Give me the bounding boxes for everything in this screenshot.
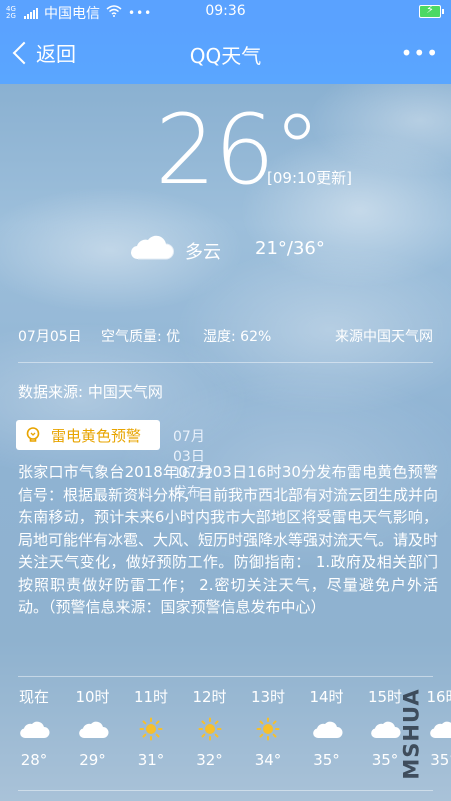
- hour-temperature: 34°: [254, 751, 282, 769]
- sun-icon: [135, 717, 167, 741]
- air-quality-label: 空气质量: 优: [101, 329, 181, 345]
- cloud-icon: [77, 717, 109, 741]
- cloud-icon: [428, 717, 451, 741]
- hour-temperature: 28°: [20, 751, 48, 769]
- more-options-icon[interactable]: •••: [401, 41, 439, 65]
- hourly-item: 13时 34°: [239, 680, 297, 769]
- status-bar: 4G 2G 中国电信 ••• 09:36 ⚡: [0, 0, 451, 24]
- watermark: MSHUA: [399, 688, 424, 780]
- hourly-item: 14时 35°: [298, 680, 356, 769]
- alert-label: 雷电黄色预警: [51, 427, 142, 445]
- hourly-item: 现在 28°: [5, 680, 63, 769]
- update-time: [09:10更新]: [267, 169, 352, 187]
- hour-temperature: 32°: [196, 751, 223, 769]
- source-label: 来源中国天气网: [335, 329, 433, 345]
- page-title: QQ天气: [189, 44, 262, 68]
- hourly-item: 11时 31°: [122, 680, 180, 769]
- hour-temperature: 35°: [313, 751, 340, 769]
- cloud-icon: [130, 235, 174, 260]
- hourly-item: 12时 32°: [181, 680, 239, 769]
- alert-description: 张家口市气象台2018年07月03日16时30分发布雷电黄色预警信号：根据最新资…: [18, 463, 439, 616]
- sun-icon: [194, 717, 226, 741]
- divider: [18, 362, 433, 363]
- humidity-label: 湿度: 62%: [203, 329, 272, 345]
- cloud-icon: [18, 717, 50, 741]
- condition-text: 多云: [185, 242, 221, 263]
- nav-bar: 返回 QQ天气 •••: [0, 24, 451, 84]
- hour-label: 14时: [309, 688, 344, 706]
- date-label: 07月05日: [18, 329, 82, 345]
- info-row: 07月05日 空气质量: 优 湿度: 62% 来源中国天气网: [18, 326, 433, 346]
- alert-badge[interactable]: 雷电黄色预警: [16, 420, 160, 450]
- hour-label: 现在: [18, 688, 49, 706]
- temperature-range: 21°/36°: [255, 238, 325, 259]
- divider: [18, 676, 433, 677]
- battery-charging-icon: ⚡: [419, 3, 444, 18]
- cloud-icon: [311, 717, 343, 741]
- data-source-label: 数据来源: 中国天气网: [18, 383, 163, 401]
- condition-row: 多云 21°/36°: [128, 228, 378, 268]
- sun-icon: [252, 717, 284, 741]
- cloud-icon: [369, 717, 401, 741]
- hour-label: 10时: [75, 688, 110, 706]
- hour-label: 12时: [192, 688, 227, 706]
- hour-temperature: 31°: [137, 751, 165, 769]
- hour-temperature: 29°: [79, 751, 106, 769]
- hour-label: 13时: [250, 688, 286, 706]
- status-time: 09:36: [205, 3, 246, 19]
- hourly-item: 10时 29°: [64, 680, 122, 769]
- hour-label: 11时: [133, 688, 169, 706]
- hourly-forecast[interactable]: 现在 28° 10时 29° 11时 31° 12时 32° 13时 34° 14时 35° 15时 35…: [0, 680, 451, 790]
- lightbulb-icon: [26, 427, 40, 442]
- divider: [18, 790, 433, 791]
